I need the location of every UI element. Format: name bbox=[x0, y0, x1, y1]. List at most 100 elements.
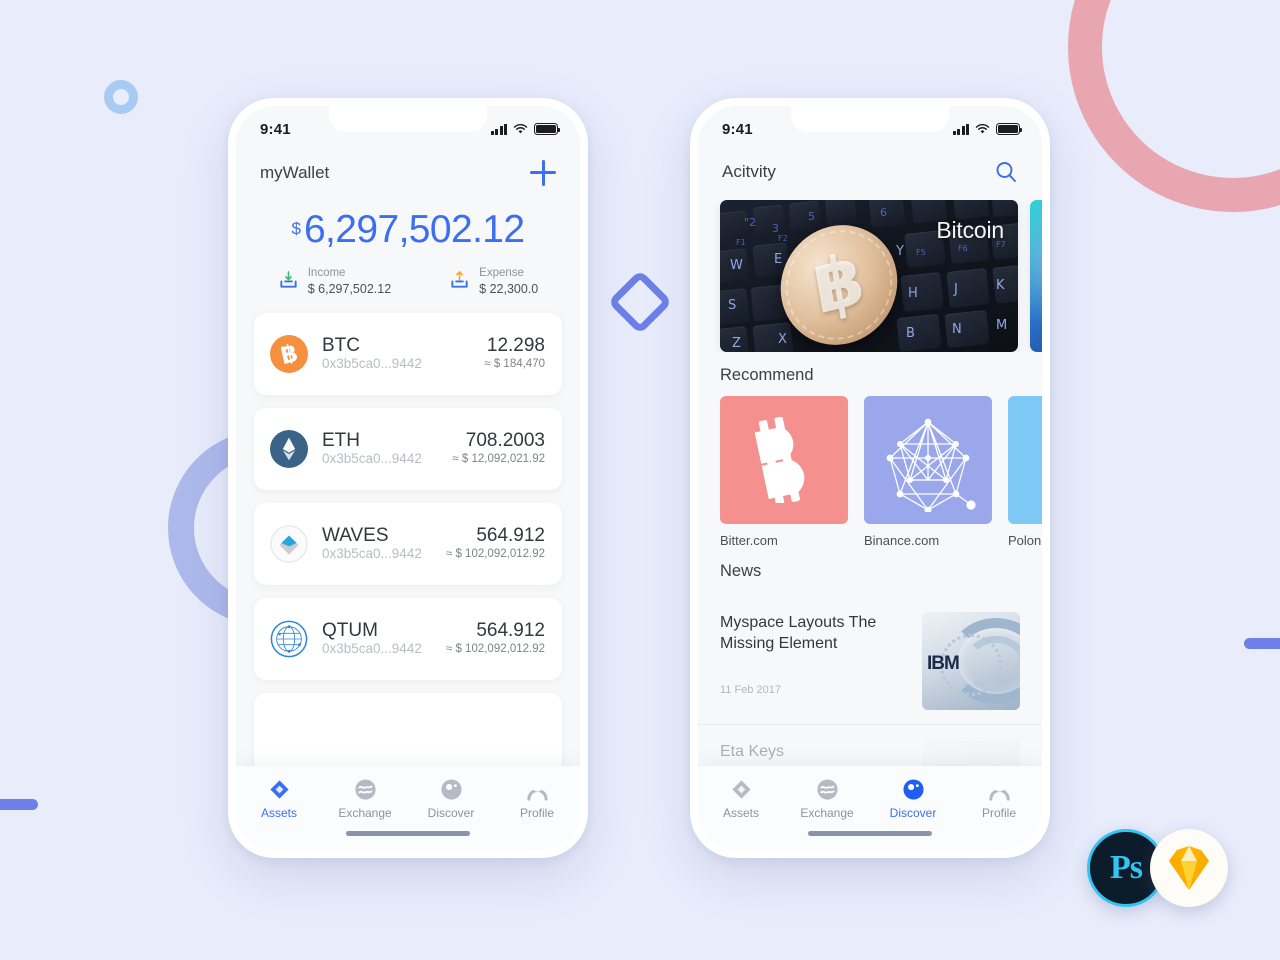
coin-symbol: WAVES bbox=[322, 524, 389, 546]
news-item[interactable]: Myspace Layouts The Missing Element 11 F… bbox=[698, 596, 1042, 725]
device-notch bbox=[329, 106, 487, 132]
profile-person-icon bbox=[526, 781, 548, 801]
decor-pink-arc bbox=[1068, 0, 1280, 212]
photoshop-label: Ps bbox=[1110, 849, 1143, 886]
recommend-item-binance[interactable]: Binance.com bbox=[864, 396, 992, 548]
tab-assets[interactable]: Assets bbox=[236, 778, 322, 820]
coin-address: 0x3b5ca0...9442 bbox=[322, 451, 422, 467]
wallet-appbar: myWallet bbox=[236, 146, 580, 192]
tab-discover[interactable]: Discover bbox=[408, 778, 494, 820]
recommend-tile bbox=[720, 396, 848, 524]
cellular-signal-icon bbox=[490, 123, 507, 135]
discover-compass-icon bbox=[440, 779, 462, 800]
news-title: Myspace Layouts The Missing Element bbox=[720, 614, 877, 653]
income-tray-icon bbox=[280, 271, 297, 289]
income-text: Income $ 6,297,502.12 bbox=[308, 266, 391, 297]
banner-bitcoin[interactable]: F1 F2 F5 F6 F7 "2 3 5 6 W E S Z X H J K bbox=[720, 200, 1018, 352]
coin-address: 0x3b5ca0...9442 bbox=[322, 641, 422, 657]
battery-icon bbox=[996, 123, 1023, 135]
discover-screen: 9:41 Acitvity F1 F2 F5 F6 F7 "2 3 5 6 W … bbox=[698, 106, 1042, 850]
coin-amount: 708.2003 bbox=[465, 430, 545, 452]
income-label: Income bbox=[307, 267, 346, 279]
phone-mockup-discover: 9:41 Acitvity F1 F2 F5 F6 F7 "2 3 5 6 W … bbox=[690, 98, 1050, 858]
decor-blue-ring bbox=[104, 80, 138, 114]
balance-value: 6,297,502.12 bbox=[303, 208, 525, 251]
coin-fiat-value: ≈ $ 102,092,012.92 bbox=[445, 548, 545, 561]
coin-row-waves[interactable]: WAVES 0x3b5ca0...9442 564.912 ≈ $ 102,09… bbox=[254, 502, 562, 585]
income-expense-row: Income $ 6,297,502.12 Expense $ 22,300.0 bbox=[236, 266, 580, 297]
decor-bar-right bbox=[1244, 638, 1280, 649]
coin-info: QTUM 0x3b5ca0...9442 bbox=[322, 620, 446, 657]
sketch-diamond-icon bbox=[1169, 846, 1209, 890]
discover-appbar: Acitvity bbox=[698, 146, 1042, 190]
balance-block: $ 6,297,502.12 bbox=[236, 210, 580, 249]
tab-profile[interactable]: Profile bbox=[494, 778, 580, 820]
expense-block: Expense $ 22,300.0 bbox=[449, 266, 538, 297]
coin-values: 564.912 ≈ $ 102,092,012.92 bbox=[446, 525, 545, 562]
coin-fiat-value: ≈ $ 184,470 bbox=[484, 358, 545, 371]
wifi-icon bbox=[975, 123, 990, 134]
tab-exchange[interactable]: Exchange bbox=[322, 778, 408, 820]
coin-row-btc[interactable]: B BTC 0x3b5ca0...9442 12.298 ≈ $ 184,470 bbox=[254, 312, 562, 395]
recommend-tile bbox=[1008, 396, 1042, 524]
network-polygon-icon bbox=[886, 418, 976, 512]
news-text: Eta Keys bbox=[720, 741, 908, 762]
tab-exchange[interactable]: Exchange bbox=[784, 778, 870, 820]
coin-amount: 564.912 bbox=[476, 620, 545, 642]
bitcoin-icon: B bbox=[270, 334, 308, 373]
qtum-icon bbox=[270, 620, 308, 658]
coin-fiat-value: ≈ $ 12,092,021.92 bbox=[452, 453, 545, 466]
ethereum-icon bbox=[270, 429, 308, 468]
income-amount: $ 6,297,502.12 bbox=[307, 281, 392, 296]
coin-symbol: QTUM bbox=[322, 619, 378, 641]
banner-next[interactable] bbox=[1030, 200, 1042, 352]
recommend-label: Polon bbox=[1008, 533, 1042, 548]
coin-row-partial[interactable] bbox=[254, 692, 562, 775]
tab-discover[interactable]: Discover bbox=[870, 778, 956, 820]
tab-assets[interactable]: Assets bbox=[698, 778, 784, 820]
coin-symbol: BTC bbox=[322, 334, 360, 356]
coin-row-qtum[interactable]: QTUM 0x3b5ca0...9442 564.912 ≈ $ 102,092… bbox=[254, 597, 562, 680]
recommend-heading: Recommend bbox=[720, 366, 814, 384]
home-indicator[interactable] bbox=[346, 831, 470, 836]
tab-label: Discover bbox=[889, 806, 937, 820]
news-heading: News bbox=[720, 562, 762, 580]
coin-row-eth[interactable]: ETH 0x3b5ca0...9442 708.2003 ≈ $ 12,092,… bbox=[254, 407, 562, 490]
status-time: 9:41 bbox=[260, 120, 291, 138]
coin-address: 0x3b5ca0...9442 bbox=[322, 356, 422, 372]
news-thumbnail: IBM bbox=[922, 612, 1020, 710]
balance-amount-group: $ 6,297,502.12 bbox=[292, 208, 526, 251]
banner-carousel[interactable]: F1 F2 F5 F6 F7 "2 3 5 6 W E S Z X H J K bbox=[698, 200, 1042, 352]
news-date: 11 Feb 2017 bbox=[720, 684, 781, 697]
banner-title: Bitcoin bbox=[936, 217, 1004, 243]
recommend-tile bbox=[864, 396, 992, 524]
recommend-item-poloniex[interactable]: Polon bbox=[1008, 396, 1042, 548]
status-icons bbox=[952, 123, 1023, 135]
phone-mockup-wallet: 9:41 myWallet $ 6,297,502.12 Income $ 6,… bbox=[228, 98, 588, 858]
recommend-list[interactable]: Bitter.com Binance.com Polon bbox=[698, 396, 1042, 548]
profile-person-icon bbox=[988, 781, 1010, 801]
coin-info: ETH 0x3b5ca0...9442 bbox=[322, 430, 452, 467]
tab-label: Profile bbox=[981, 806, 1016, 820]
home-indicator[interactable] bbox=[808, 831, 932, 836]
expense-tray-icon bbox=[451, 271, 468, 289]
coin-values: 12.298 ≈ $ 184,470 bbox=[484, 335, 545, 372]
cellular-signal-icon bbox=[952, 123, 969, 135]
recommend-item-bitter[interactable]: Bitter.com bbox=[720, 396, 848, 548]
coin-list: B BTC 0x3b5ca0...9442 12.298 ≈ $ 184,470 bbox=[236, 312, 580, 775]
tab-profile[interactable]: Profile bbox=[956, 778, 1042, 820]
assets-diamond-icon bbox=[731, 780, 751, 799]
bottom-tab-bar: Assets Exchange Discover Profile bbox=[698, 766, 1042, 850]
expense-text: Expense $ 22,300.0 bbox=[479, 266, 538, 297]
coin-symbol: ETH bbox=[322, 429, 360, 451]
plus-icon[interactable] bbox=[530, 160, 556, 186]
tab-label: Assets bbox=[260, 806, 297, 820]
recommend-label: Bitter.com bbox=[720, 533, 778, 548]
search-icon[interactable] bbox=[994, 160, 1018, 184]
coin-fiat-value: ≈ $ 102,092,012.92 bbox=[445, 643, 545, 656]
expense-label: Expense bbox=[479, 267, 524, 279]
tab-label: Profile bbox=[519, 806, 554, 820]
assets-diamond-icon bbox=[269, 780, 289, 799]
exchange-wave-icon bbox=[816, 779, 838, 800]
tab-label: Exchange bbox=[338, 806, 392, 820]
